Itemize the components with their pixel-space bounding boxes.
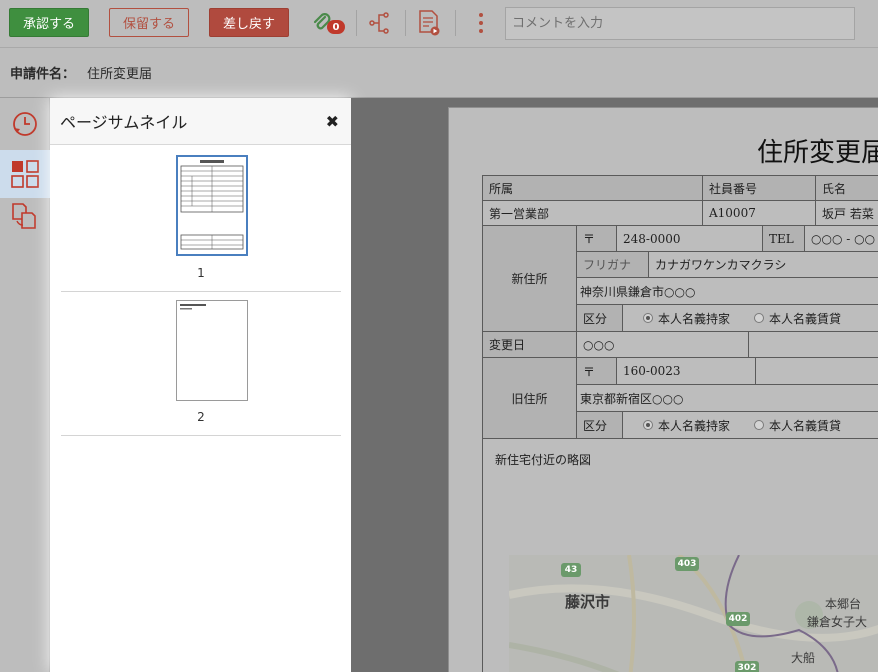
subject-value: 住所変更届 [87,67,153,82]
option-rental-label: 本人名義賃貸 [769,418,842,433]
dept-value: 第一営業部 [482,200,703,226]
radio-rental[interactable] [754,313,765,323]
change-date-blank [748,331,878,358]
approve-button[interactable]: 承認する [9,8,89,37]
old-kubun-label: 区分 [576,411,623,439]
document-title: 住所変更届 [757,138,878,168]
old-kubun-options: 本人名義持家 本人名義賃貸 [622,411,878,439]
new-zip-value: 248-0000 [616,225,763,252]
more-menu-icon[interactable] [466,8,496,38]
thumbnail-panel: ページサムネイル ✖ 1 2 [50,98,351,672]
left-navigation [0,98,50,672]
nav-thumbnails[interactable] [0,150,50,198]
toolbar: 承認する 保留する 差し戻す 0 コメントを入力 [0,0,878,48]
new-address-label: 新住所 [482,225,577,332]
option-own-house-label: 本人名義持家 [658,418,731,433]
copy-icon [12,203,36,229]
subject-label: 申請件名： [10,67,76,82]
change-date-value: ○○○ [576,331,749,358]
toolbar-divider [405,10,406,36]
vertical-dots-icon [479,13,483,33]
thumbnail-item[interactable]: 2 [61,292,341,436]
furigana-label: フリガナ [576,251,649,278]
tel-value: ○○○ - ○○ [804,225,878,252]
road-marker: 403 [675,557,699,571]
empno-header: 社員番号 [702,175,816,201]
document-page: 住所変更届 所属 社員番号 氏名 第一営業部 A10007 坂戸 若菜 新住所 … [448,107,878,672]
thumbnail-panel-title: ページサムネイル [60,113,188,132]
tel-label: TEL [762,225,805,252]
thumbnail-item[interactable]: 1 [61,146,341,292]
map-section-label: 新住宅付近の略図 [495,453,592,467]
name-header: 氏名 [815,175,878,201]
dept-header: 所属 [482,175,703,201]
radio-own-house[interactable] [643,313,653,323]
flow-branch-icon [369,12,389,34]
road-marker: 302 [735,661,759,672]
thumbnails-icon [11,160,39,188]
document-viewer[interactable]: 住所変更届 所属 社員番号 氏名 第一営業部 A10007 坂戸 若菜 新住所 … [351,98,878,672]
map-place-label: 大船 [791,651,816,665]
old-address-value: 東京都新宿区○○○ [576,384,878,412]
route-icon[interactable] [364,8,394,38]
thumbnail-panel-header: ページサムネイル ✖ [50,98,351,145]
radio-own-house[interactable] [643,420,653,430]
old-address-label: 旧住所 [482,357,577,439]
option-rental-label: 本人名義賃貸 [769,311,842,326]
attachment-count-badge: 0 [327,20,345,34]
page-preview-icon [180,160,244,250]
nav-history[interactable] [0,100,50,148]
close-icon[interactable]: ✖ [326,112,339,131]
map-city-label: 藤沢市 [565,593,611,611]
page-preview-icon [180,304,206,310]
toolbar-divider [356,10,357,36]
radio-rental[interactable] [754,420,765,430]
nav-copy[interactable] [0,192,50,240]
subject-row: 申請件名： 住所変更届 [0,48,878,98]
history-icon [13,112,37,136]
new-zip-mark: 〒 [576,225,617,252]
new-kubun-options: 本人名義持家 本人名義賃貸 [622,304,878,332]
road-marker: 402 [726,612,750,626]
old-zip-value: 160-0023 [616,357,756,385]
page-thumbnail[interactable] [176,155,248,256]
road-marker: 43 [561,563,581,577]
hold-button[interactable]: 保留する [109,8,189,37]
return-button[interactable]: 差し戻す [209,8,289,37]
name-value: 坂戸 若菜 [815,200,878,226]
page-number: 1 [197,266,205,280]
document-play-icon[interactable] [414,8,444,38]
document-play-glyph-icon [419,10,440,36]
comment-input[interactable]: コメントを入力 [505,7,855,40]
page-number: 2 [197,410,205,424]
map-place-label: 本郷台 [825,597,862,611]
page-thumbnail[interactable] [176,300,248,401]
map-place-label: 鎌倉女子大 [807,615,868,629]
empno-value: A10007 [702,200,816,226]
furigana-value: カナガワケンカマクラシ [648,251,878,278]
new-kubun-label: 区分 [576,304,623,332]
map-image: 43 403 402 302 藤沢市 本郷台 鎌倉女子大 大船 [509,555,878,672]
app-root: 承認する 保留する 差し戻す 0 コメントを入力 申請件名： 住所変更届 ページ… [0,0,878,672]
new-address-value: 神奈川県鎌倉市○○○ [576,277,878,305]
old-zip-mark: 〒 [576,357,617,385]
option-own-house-label: 本人名義持家 [658,311,731,326]
change-date-label: 変更日 [482,331,577,358]
toolbar-divider [455,10,456,36]
old-zip-blank [755,357,878,385]
